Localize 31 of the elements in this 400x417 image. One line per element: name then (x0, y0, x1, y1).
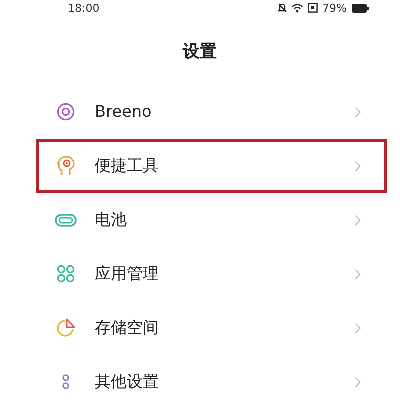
chevron-icon (355, 322, 361, 334)
pie-chart-icon (56, 318, 76, 338)
ring-icon (57, 103, 75, 121)
chevron-icon (355, 268, 361, 280)
settings-row[interactable]: 存储空间 (36, 301, 387, 355)
row-label: 便捷工具 (95, 156, 160, 176)
page-title: 设置 (183, 41, 217, 64)
chevron-icon (355, 214, 361, 226)
settings-row[interactable]: 电池 (36, 193, 387, 247)
row-label: 其他设置 (95, 372, 160, 392)
chevron-icon (355, 376, 361, 388)
row-label: 电池 (95, 210, 128, 230)
row-label: 存储空间 (95, 318, 160, 338)
row-label: 应用管理 (95, 264, 160, 284)
more-icon (62, 374, 70, 390)
chevron-icon (355, 106, 361, 118)
battery-icon (352, 4, 370, 12)
apps-icon (57, 265, 75, 283)
row-label: Breeno (95, 102, 153, 122)
settings-row[interactable]: 应用管理 (36, 247, 387, 301)
settings-row[interactable]: 其他设置 (36, 355, 387, 409)
battery-icon (55, 214, 77, 226)
head-icon (57, 156, 75, 176)
status-time: 18:00 (68, 2, 100, 14)
settings-row[interactable]: Breeno (36, 85, 387, 139)
highlighted-settings-row[interactable]: 便捷工具 (36, 139, 387, 193)
battery-percent: 79% (322, 2, 347, 14)
wifi-icon (292, 4, 303, 12)
mute-icon (278, 3, 287, 13)
sim-icon (308, 3, 318, 13)
chevron-icon (355, 160, 361, 172)
